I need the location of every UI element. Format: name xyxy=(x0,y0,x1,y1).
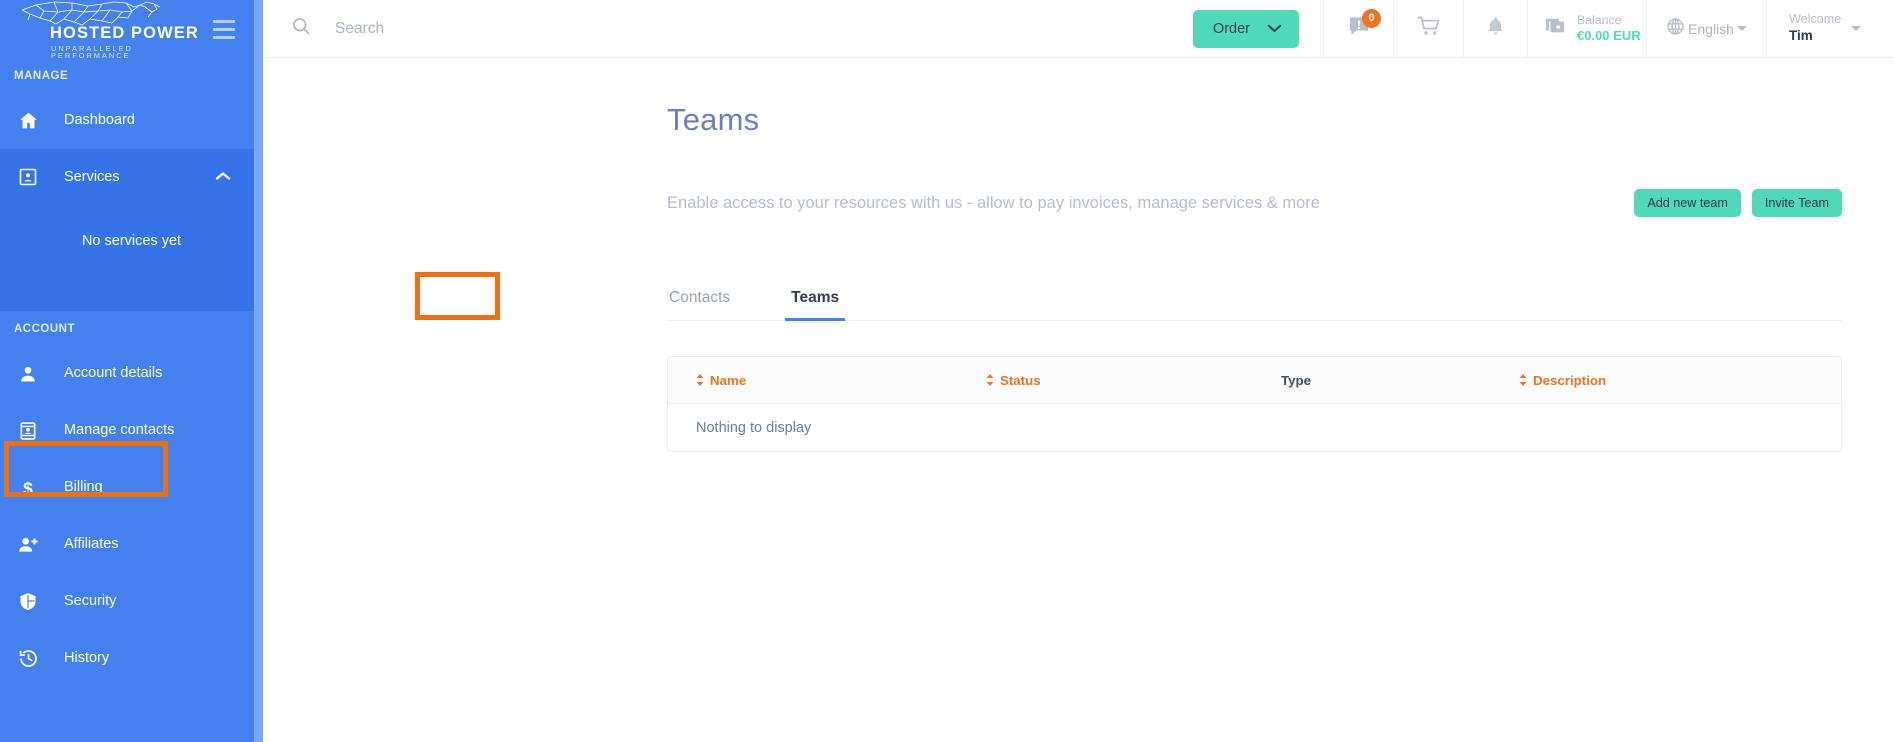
sidebar-item-label: Dashboard xyxy=(64,112,135,129)
sidebar: HOSTED POWER UNPARALLELED PERFORMANCE MA… xyxy=(0,0,263,742)
order-zone: Order xyxy=(1192,0,1323,57)
balance-stack: Balance €0.00 EUR xyxy=(1577,13,1641,45)
page-description: Enable access to your resources with us … xyxy=(667,193,1320,212)
sidebar-item-billing[interactable]: $ Billing xyxy=(0,459,263,516)
topbar: Order 0 xyxy=(263,0,1894,58)
column-header-type[interactable]: Type xyxy=(1253,373,1491,388)
hamburger-icon[interactable] xyxy=(213,19,235,39)
sort-updown-icon xyxy=(696,374,704,386)
balance-label: Balance xyxy=(1577,12,1622,27)
sidebar-item-label: Security xyxy=(64,593,117,610)
caret-down-icon xyxy=(1851,26,1862,31)
tabs: Contacts Teams xyxy=(667,275,1842,321)
wallet-icon xyxy=(1544,16,1566,41)
tab-teams[interactable]: Teams xyxy=(785,289,846,321)
cheetah-logo-icon xyxy=(21,1,161,26)
user-icon xyxy=(18,364,48,384)
chevron-down-icon xyxy=(1267,21,1282,37)
sidebar-group-services: Services No services yet xyxy=(0,149,263,311)
sidebar-item-manage-contacts[interactable]: Manage contacts xyxy=(0,402,263,459)
search-icon[interactable] xyxy=(291,16,311,41)
user-menu[interactable]: Welcome Tim xyxy=(1766,0,1894,57)
sort-updown-icon xyxy=(986,374,994,386)
notifications-button[interactable] xyxy=(1463,0,1527,57)
sidebar-section-account-label: ACCOUNT xyxy=(14,323,75,335)
order-button[interactable]: Order xyxy=(1192,9,1299,48)
sidebar-item-history[interactable]: History xyxy=(0,630,263,687)
search-zone xyxy=(263,0,1193,57)
bell-icon xyxy=(1485,15,1506,42)
column-header-label: Type xyxy=(1281,372,1312,388)
sidebar-item-label: Affiliates xyxy=(64,536,119,553)
user-name: Tim xyxy=(1789,27,1813,43)
sidebar-item-label: Billing xyxy=(64,479,103,496)
sort-updown-icon xyxy=(1519,374,1527,386)
annotation-box-teams-tab xyxy=(415,272,500,320)
home-icon xyxy=(18,110,48,131)
language-selector[interactable]: English xyxy=(1646,0,1766,57)
column-header-description[interactable]: Description xyxy=(1491,373,1841,388)
table-header-row: Name Status Type Description xyxy=(668,357,1841,404)
column-header-label: Description xyxy=(1533,372,1607,388)
sidebar-item-label: Manage contacts xyxy=(64,422,175,439)
app-root: HOSTED POWER UNPARALLELED PERFORMANCE MA… xyxy=(0,0,1894,742)
sidebar-section-manage-label: MANAGE xyxy=(14,70,69,82)
shopping-cart-icon xyxy=(1417,14,1441,43)
dollar-icon: $ xyxy=(18,477,48,499)
contact-card-icon xyxy=(18,421,48,441)
balance-widget[interactable]: Balance €0.00 EUR xyxy=(1527,0,1646,57)
services-card-icon xyxy=(18,167,48,187)
caret-down-icon xyxy=(1736,26,1747,31)
add-new-team-button[interactable]: Add new team xyxy=(1634,189,1741,217)
search-wrap xyxy=(291,16,1193,41)
globe-icon xyxy=(1666,17,1685,41)
chevron-up-icon[interactable] xyxy=(215,169,231,185)
user-stack: Welcome Tim xyxy=(1789,12,1841,45)
column-header-status[interactable]: Status xyxy=(958,373,1253,388)
teams-table: Name Status Type Description Nothing to … xyxy=(667,356,1842,452)
page-subheader: Enable access to your resources with us … xyxy=(263,138,1894,217)
brand-logo[interactable]: HOSTED POWER UNPARALLELED PERFORMANCE xyxy=(14,0,213,60)
sidebar-item-label: History xyxy=(64,650,110,667)
page-actions: Add new team Invite Team xyxy=(1634,189,1842,217)
sidebar-item-affiliates[interactable]: Affiliates xyxy=(0,516,263,573)
sidebar-item-label: Account details xyxy=(64,365,163,382)
add-user-icon xyxy=(18,535,48,555)
svg-text:$: $ xyxy=(23,478,33,498)
search-input[interactable] xyxy=(335,19,755,38)
welcome-label: Welcome xyxy=(1789,12,1842,27)
main-area: Order 0 xyxy=(263,0,1894,742)
sidebar-item-label: Services xyxy=(64,168,120,185)
sidebar-item-dashboard[interactable]: Dashboard xyxy=(0,92,263,149)
page-title: Teams xyxy=(667,102,760,137)
tab-contacts[interactable]: Contacts xyxy=(667,289,732,320)
messages-badge: 0 xyxy=(1362,9,1381,28)
shield-icon xyxy=(18,591,48,612)
column-header-label: Status xyxy=(1000,372,1041,388)
language-label: English xyxy=(1688,20,1734,37)
column-header-name[interactable]: Name xyxy=(668,373,958,388)
services-empty-message: No services yet xyxy=(81,233,182,249)
order-button-label: Order xyxy=(1212,20,1250,37)
column-header-label: Name xyxy=(710,372,747,388)
sidebar-header: HOSTED POWER UNPARALLELED PERFORMANCE xyxy=(0,0,263,60)
history-clock-icon xyxy=(18,648,48,669)
page-content: Teams Enable access to your resources wi… xyxy=(263,58,1894,742)
sidebar-item-security[interactable]: Security xyxy=(0,573,263,630)
table-empty-row: Nothing to display xyxy=(668,404,1841,451)
sidebar-item-account-details[interactable]: Account details xyxy=(0,345,263,402)
brand-name: HOSTED POWER xyxy=(50,24,199,43)
messages-button[interactable]: 0 xyxy=(1323,0,1393,57)
cart-button[interactable] xyxy=(1393,0,1463,57)
balance-value: €0.00 EUR xyxy=(1577,28,1641,44)
table-empty-message: Nothing to display xyxy=(696,419,812,436)
invite-team-button[interactable]: Invite Team xyxy=(1751,189,1842,217)
sidebar-item-services[interactable]: Services xyxy=(0,149,263,205)
